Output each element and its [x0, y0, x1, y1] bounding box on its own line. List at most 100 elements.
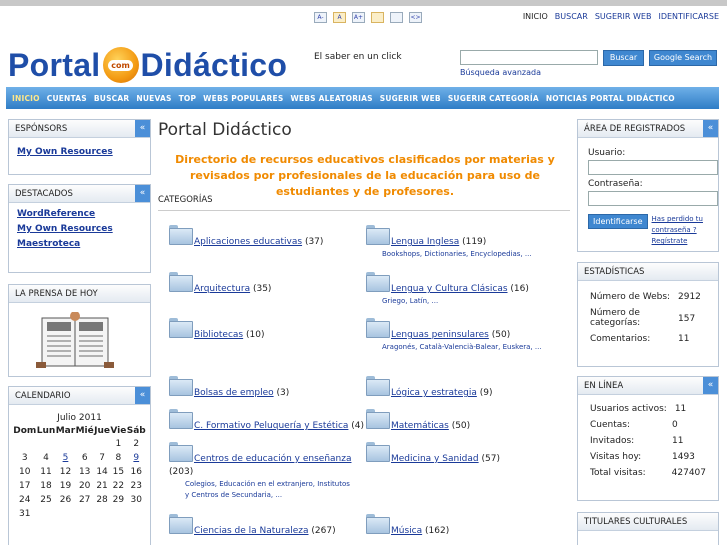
- collapse-icon[interactable]: «: [135, 387, 150, 404]
- calendar-day: [37, 437, 56, 451]
- online-value: 1493: [672, 452, 695, 462]
- calendar-day: 23: [130, 481, 142, 491]
- stat-label: Número de Webs:: [590, 292, 671, 302]
- stat-row: Número de categorías: 157: [586, 305, 710, 331]
- font-normal-button[interactable]: A: [333, 12, 346, 23]
- category-link[interactable]: Lógica y estrategia: [391, 388, 477, 398]
- site-logo[interactable]: Portal com Didáctico: [8, 42, 287, 88]
- login-button[interactable]: Identificarse: [588, 214, 648, 229]
- featured-link[interactable]: Maestroteca: [17, 239, 142, 249]
- nav-nuevas[interactable]: NUEVAS: [136, 94, 171, 103]
- nav-sugerir-categoria[interactable]: SUGERIR CATEGORÍA: [448, 94, 539, 103]
- calendar-day: [75, 507, 94, 521]
- calendar-day: 13: [78, 467, 91, 477]
- advanced-search-link[interactable]: Búsqueda avanzada: [460, 68, 541, 77]
- nav-sugerir-web[interactable]: SUGERIR WEB: [380, 94, 441, 103]
- folder-icon: [169, 409, 193, 429]
- calendar-day: 27: [78, 495, 91, 505]
- google-search-button[interactable]: Google Search: [649, 50, 717, 66]
- nav-inicio[interactable]: INICIO: [12, 94, 40, 103]
- subcategory-links[interactable]: Bookshops, Dictionaries, Encyclopedias, …: [382, 249, 562, 260]
- collapse-icon[interactable]: «: [135, 120, 150, 137]
- folder-icon: [366, 225, 390, 245]
- featured-link[interactable]: My Own Resources: [17, 224, 142, 234]
- nav-noticias[interactable]: NOTICIAS PORTAL DIDÁCTICO: [546, 94, 675, 103]
- username-field[interactable]: [588, 160, 718, 175]
- category-link[interactable]: C. Formativo Peluquería y Estética: [194, 421, 348, 431]
- category-link[interactable]: Lenguas peninsulares: [391, 330, 489, 340]
- font-larger-button[interactable]: A+: [352, 12, 365, 23]
- search-input[interactable]: [460, 50, 598, 65]
- calendar-day: 24: [19, 495, 31, 505]
- wide-layout-icon[interactable]: [390, 12, 403, 23]
- day-header: Vie: [110, 426, 127, 436]
- calendar-month: Julio 2011: [57, 413, 102, 423]
- fluid-layout-icon[interactable]: <>: [409, 12, 422, 23]
- narrow-layout-icon[interactable]: [371, 12, 384, 23]
- folder-icon: [169, 318, 193, 338]
- category-link[interactable]: Bibliotecas: [194, 330, 243, 340]
- calendar-day: 14: [96, 467, 108, 477]
- calendar-day-link[interactable]: 9: [127, 451, 146, 465]
- category-link[interactable]: Ciencias de la Naturaleza: [194, 526, 309, 536]
- category-link[interactable]: Bolsas de empleo: [194, 388, 274, 398]
- nav-webs-populares[interactable]: WEBS POPULARES: [203, 94, 283, 103]
- category-count: (50): [451, 421, 471, 431]
- category-count: (37): [304, 237, 324, 247]
- category-link[interactable]: Centros de educación y enseñanza: [194, 454, 351, 464]
- calendar-day: 28: [96, 495, 108, 505]
- nav-top[interactable]: TOP: [179, 94, 197, 103]
- subcategory-links[interactable]: Aragonés, Català-Valencià-Balear, Eusker…: [382, 342, 547, 353]
- stat-label: Comentarios:: [590, 334, 651, 344]
- stat-row: Número de Webs: 2912: [586, 289, 710, 305]
- calendar-day: [37, 507, 56, 521]
- category-link[interactable]: Medicina y Sanidad: [391, 454, 479, 464]
- lost-password-link[interactable]: Has perdido tu contraseña ?: [652, 215, 703, 234]
- category-link[interactable]: Aplicaciones educativas: [194, 237, 302, 247]
- toplink-buscar[interactable]: BUSCAR: [555, 12, 588, 21]
- calendar-day: 3: [21, 453, 28, 463]
- nav-webs-aleatorias[interactable]: WEBS ALEATORIAS: [290, 94, 372, 103]
- login-box: ÁREA DE REGISTRADOS « Usuario: Contraseña…: [577, 119, 719, 252]
- logo-ball-text: com: [108, 59, 133, 71]
- online-value: 11: [672, 436, 684, 446]
- category-link[interactable]: Matemáticas: [391, 421, 449, 431]
- calendar-table: Dom Lun Mar Mié Jue Vie Sáb 12 3456789 1…: [13, 425, 146, 521]
- calendar-title: CALENDARIO: [15, 390, 71, 401]
- calendar-day: 6: [81, 453, 88, 463]
- search-button[interactable]: Buscar: [603, 50, 644, 66]
- calendar-day: 12: [59, 467, 72, 477]
- day-header: Jue: [94, 426, 110, 436]
- sponsor-link[interactable]: My Own Resources: [17, 147, 142, 157]
- calendar-day-link[interactable]: 5: [56, 451, 76, 465]
- newspaper-reader-image[interactable]: [22, 312, 122, 370]
- toplink-identificarse[interactable]: IDENTIFICARSE: [658, 12, 719, 21]
- category-count: (203): [169, 467, 194, 477]
- nav-cuentas[interactable]: CUENTAS: [47, 94, 87, 103]
- folder-icon: [169, 514, 193, 534]
- font-smaller-button[interactable]: A-: [314, 12, 327, 23]
- calendar-day: 30: [130, 495, 142, 505]
- folder-icon: [366, 272, 390, 292]
- register-link[interactable]: Regístrate: [652, 237, 688, 245]
- collapse-icon[interactable]: «: [703, 120, 718, 137]
- collapse-icon[interactable]: «: [135, 185, 150, 202]
- collapse-icon[interactable]: «: [703, 377, 718, 394]
- password-field[interactable]: [588, 191, 718, 206]
- category-link[interactable]: Arquitectura: [194, 284, 250, 294]
- subcategory-links[interactable]: Griego, Latín, ...: [382, 296, 562, 307]
- calendar-day: [13, 437, 37, 451]
- category-link[interactable]: Lengua y Cultura Clásicas: [391, 284, 508, 294]
- subcategory-links[interactable]: Colegios, Educación en el extranjero, In…: [185, 479, 350, 501]
- featured-link[interactable]: WordReference: [17, 209, 142, 219]
- category-link[interactable]: Lengua Inglesa: [391, 237, 459, 247]
- online-value: 11: [674, 404, 687, 414]
- nav-buscar[interactable]: BUSCAR: [94, 94, 130, 103]
- toplink-inicio[interactable]: INICIO: [523, 12, 548, 21]
- folder-icon: [169, 272, 193, 292]
- stat-value: 11: [678, 334, 690, 344]
- toplink-sugerir[interactable]: SUGERIR WEB: [595, 12, 652, 21]
- category-link[interactable]: Música: [391, 526, 422, 536]
- page-title: Portal Didáctico: [158, 120, 292, 140]
- folder-icon: [366, 442, 390, 462]
